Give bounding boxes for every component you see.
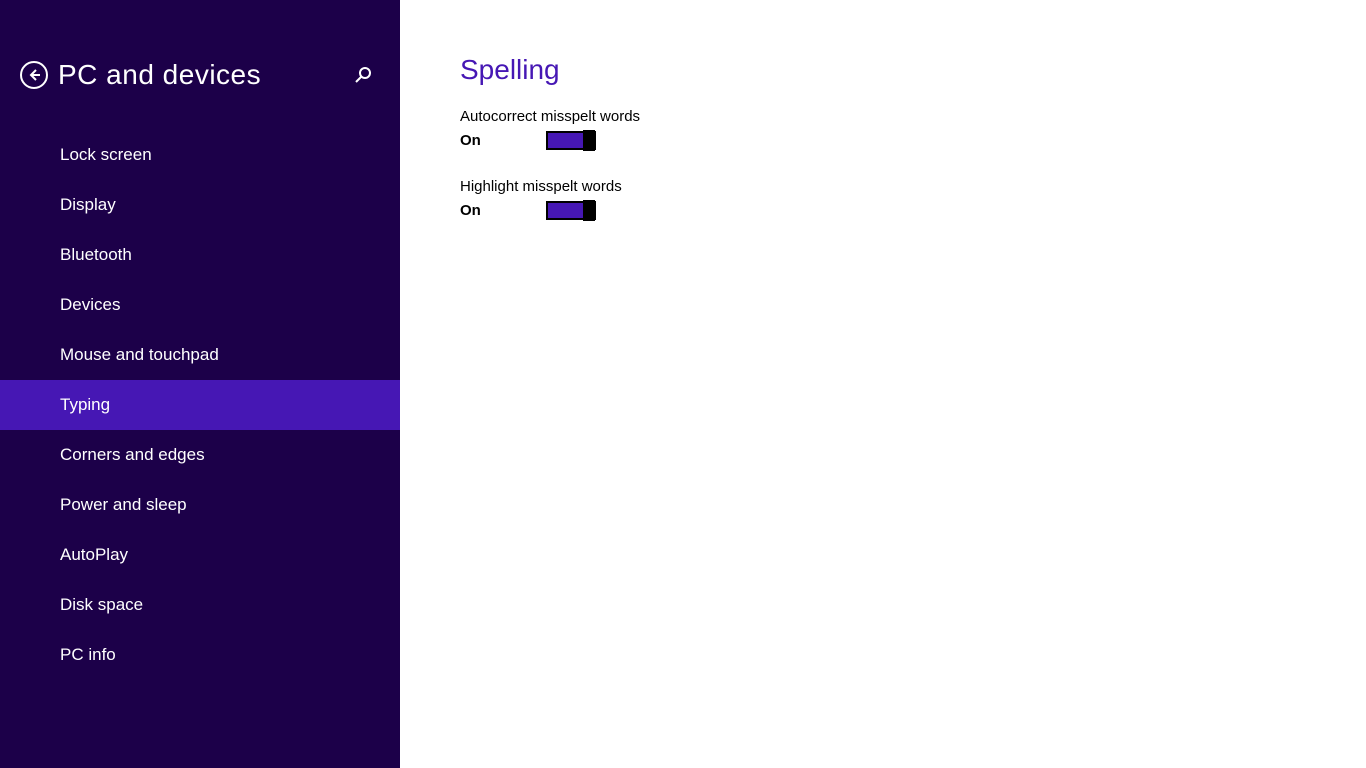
setting-label: Autocorrect misspelt words — [460, 108, 1366, 125]
toggle-fill — [548, 203, 584, 218]
search-icon — [354, 66, 372, 84]
toggle-highlight[interactable] — [546, 201, 596, 220]
content-pane: Spelling Autocorrect misspelt words On H… — [400, 0, 1366, 768]
setting-autocorrect: Autocorrect misspelt words On — [460, 108, 1366, 150]
sidebar-nav: Lock screen Display Bluetooth Devices Mo… — [0, 130, 400, 680]
nav-label: Corners and edges — [60, 445, 205, 465]
toggle-state-text: On — [460, 132, 546, 149]
toggle-autocorrect[interactable] — [546, 131, 596, 150]
toggle-handle — [583, 130, 595, 151]
nav-label: Display — [60, 195, 116, 215]
nav-label: Mouse and touchpad — [60, 345, 219, 365]
toggle-state-text: On — [460, 202, 546, 219]
sidebar-item-display[interactable]: Display — [0, 180, 400, 230]
setting-row: On — [460, 201, 1366, 220]
sidebar-title: PC and devices — [58, 59, 351, 91]
sidebar-item-corners-edges[interactable]: Corners and edges — [0, 430, 400, 480]
nav-label: Bluetooth — [60, 245, 132, 265]
nav-label: Typing — [60, 395, 110, 415]
nav-label: AutoPlay — [60, 545, 128, 565]
toggle-fill — [548, 133, 584, 148]
sidebar-item-power-sleep[interactable]: Power and sleep — [0, 480, 400, 530]
setting-row: On — [460, 131, 1366, 150]
setting-label: Highlight misspelt words — [460, 178, 1366, 195]
nav-label: Lock screen — [60, 145, 152, 165]
nav-label: PC info — [60, 645, 116, 665]
section-title: Spelling — [460, 54, 1366, 86]
sidebar-item-typing[interactable]: Typing — [0, 380, 400, 430]
back-button[interactable] — [20, 61, 48, 89]
sidebar-item-autoplay[interactable]: AutoPlay — [0, 530, 400, 580]
back-arrow-icon — [27, 68, 41, 82]
setting-highlight: Highlight misspelt words On — [460, 178, 1366, 220]
nav-label: Disk space — [60, 595, 143, 615]
sidebar-item-disk-space[interactable]: Disk space — [0, 580, 400, 630]
sidebar-item-bluetooth[interactable]: Bluetooth — [0, 230, 400, 280]
sidebar-header: PC and devices — [0, 0, 400, 95]
sidebar-item-lock-screen[interactable]: Lock screen — [0, 130, 400, 180]
sidebar-item-pc-info[interactable]: PC info — [0, 630, 400, 680]
toggle-handle — [583, 200, 595, 221]
sidebar-item-mouse-touchpad[interactable]: Mouse and touchpad — [0, 330, 400, 380]
search-button[interactable] — [351, 63, 375, 87]
sidebar: PC and devices Lock screen Display Bluet… — [0, 0, 400, 768]
nav-label: Devices — [60, 295, 120, 315]
nav-label: Power and sleep — [60, 495, 187, 515]
sidebar-item-devices[interactable]: Devices — [0, 280, 400, 330]
